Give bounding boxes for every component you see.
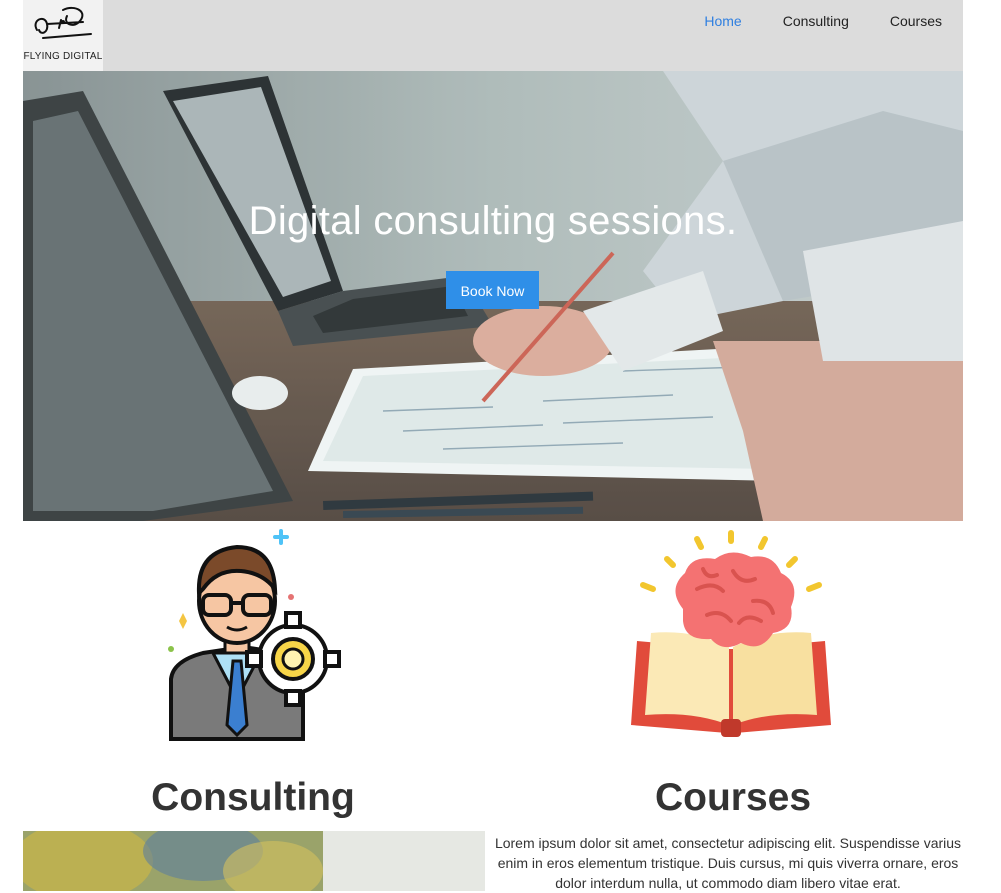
nav-courses[interactable]: Courses [870, 13, 963, 29]
site-header: FLYING DIGITAL Home Consulting Courses [23, 0, 963, 71]
hero-title: Digital consulting sessions. [248, 199, 738, 243]
logo-text: FLYING DIGITAL [23, 51, 103, 62]
book-now-button[interactable]: Book Now [446, 271, 539, 309]
nav-consulting[interactable]: Consulting [763, 13, 870, 29]
main-nav: Home Consulting Courses [684, 13, 963, 29]
consulting-section: Consulting [23, 521, 485, 891]
consulting-photo [23, 831, 485, 891]
consulting-image [23, 831, 485, 891]
hero-banner: Digital consulting sessions. Book Now [23, 71, 963, 521]
nav-home[interactable]: Home [684, 13, 762, 29]
logo[interactable]: FLYING DIGITAL [23, 0, 103, 71]
page-wrapper: FLYING DIGITAL Home Consulting Courses D… [23, 0, 963, 891]
consultant-gear-icon [168, 529, 341, 741]
courses-description: Lorem ipsum dolor sit amet, consectetur … [494, 835, 962, 891]
logo-signature-icon [34, 6, 92, 39]
consulting-title: Consulting [151, 776, 355, 819]
courses-title: Courses [654, 776, 812, 819]
brain-book-icon [631, 530, 831, 737]
courses-section: Courses Lorem ipsum dolor sit amet, cons… [493, 521, 961, 891]
